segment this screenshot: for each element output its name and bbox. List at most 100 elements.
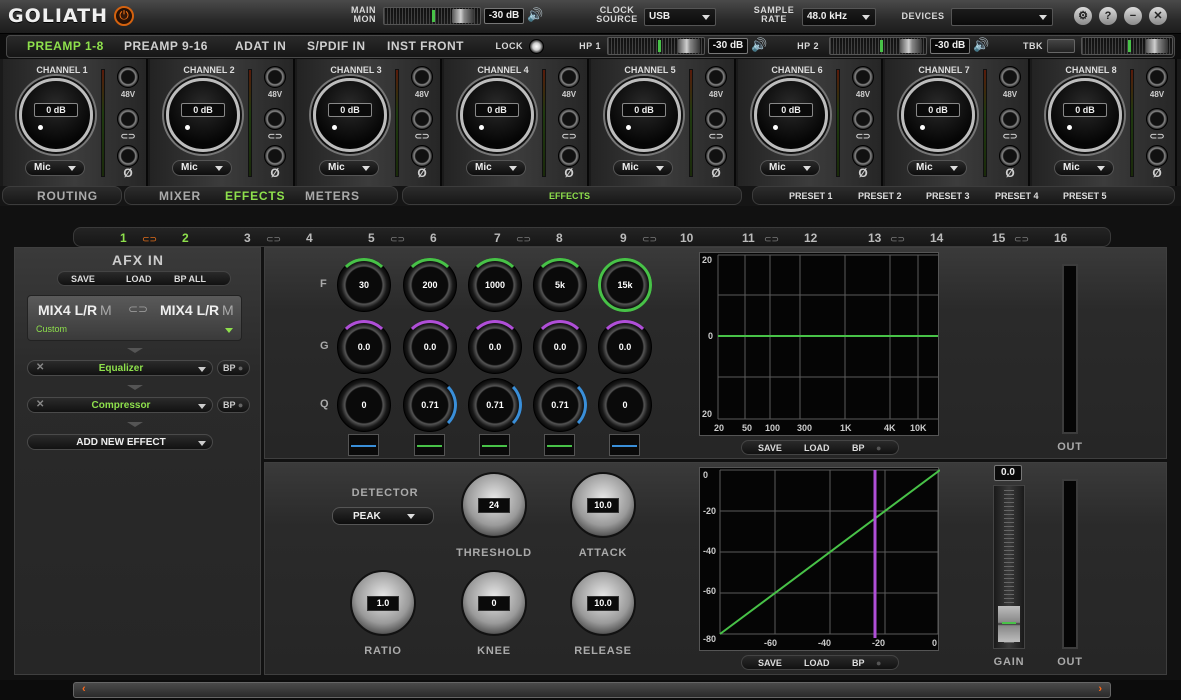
comp-bp-button[interactable]: BP: [852, 658, 865, 668]
phantom-power-button[interactable]: [705, 66, 727, 88]
link-icon[interactable]: ⊂⊃: [142, 234, 157, 245]
afx-bp-all-button[interactable]: BP ALL: [174, 274, 206, 284]
eq-gain-knob[interactable]: 0.0: [403, 320, 457, 374]
tab-preamp-1-8[interactable]: PREAMP 1-8: [27, 39, 104, 53]
gain-knob[interactable]: 0 dB: [1048, 78, 1122, 152]
eq-freq-knob[interactable]: 5k: [533, 258, 587, 312]
band-select[interactable]: [609, 434, 640, 456]
preset-1[interactable]: PRESET 1: [789, 191, 833, 201]
link-icon[interactable]: ⊂⊃: [266, 234, 281, 245]
link-icon[interactable]: ⊂⊃: [852, 131, 874, 142]
effect-slot-14[interactable]: 14: [930, 231, 943, 245]
phase-button[interactable]: [999, 145, 1021, 167]
phantom-power-button[interactable]: [999, 66, 1021, 88]
nav-effects[interactable]: EFFECTS: [225, 189, 285, 203]
effect-slot-5[interactable]: 5: [368, 231, 375, 245]
link-icon[interactable]: ⊂⊃: [390, 234, 405, 245]
gain-knob[interactable]: 0 dB: [607, 78, 681, 152]
hp2-slider[interactable]: [829, 37, 927, 55]
effect-slot-equalizer[interactable]: ✕ Equalizer: [27, 360, 213, 376]
eq-q-knob[interactable]: 0.71: [468, 378, 522, 432]
tbk-button[interactable]: [1047, 39, 1075, 53]
compressor-bypass-button[interactable]: BP ●: [217, 397, 250, 413]
threshold-knob[interactable]: 24: [461, 472, 527, 538]
phase-button[interactable]: [117, 145, 139, 167]
pad-button[interactable]: [117, 108, 139, 130]
gain-knob[interactable]: 0 dB: [19, 78, 93, 152]
phase-button[interactable]: [852, 145, 874, 167]
band-select[interactable]: [544, 434, 575, 456]
speaker-icon[interactable]: 🔊: [527, 7, 543, 23]
eq-bp-button[interactable]: BP: [852, 443, 865, 453]
effect-slot-16[interactable]: 16: [1054, 231, 1067, 245]
link-icon[interactable]: ⊂⊃: [890, 234, 905, 245]
phantom-power-button[interactable]: [1146, 66, 1168, 88]
link-icon[interactable]: ⊂⊃: [1014, 234, 1029, 245]
equalizer-bypass-button[interactable]: BP ●: [217, 360, 250, 376]
scroll-left-icon[interactable]: ‹: [82, 683, 86, 695]
settings-gear-icon[interactable]: ⚙: [1074, 7, 1092, 25]
preset-5[interactable]: PRESET 5: [1063, 191, 1107, 201]
attack-knob[interactable]: 10.0: [570, 472, 636, 538]
tab-preamp-9-16[interactable]: PREAMP 9-16: [124, 39, 208, 53]
hp1-slider[interactable]: [607, 37, 705, 55]
phantom-power-button[interactable]: [558, 66, 580, 88]
phase-button[interactable]: [1146, 145, 1168, 167]
eq-gain-knob[interactable]: 0.0: [598, 320, 652, 374]
tab-inst-front[interactable]: INST FRONT: [387, 39, 464, 53]
preset-3[interactable]: PRESET 3: [926, 191, 970, 201]
link-icon[interactable]: ⊂⊃: [264, 131, 286, 142]
main-mon-slider[interactable]: [383, 7, 481, 25]
close-icon[interactable]: ✕: [1149, 7, 1167, 25]
chevron-down-icon[interactable]: [198, 441, 206, 446]
nav-meters[interactable]: METERS: [305, 189, 360, 203]
effect-slot-10[interactable]: 10: [680, 231, 693, 245]
pad-button[interactable]: [264, 108, 286, 130]
link-icon[interactable]: ⊂⊃: [1146, 131, 1168, 142]
preset-4[interactable]: PRESET 4: [995, 191, 1039, 201]
band-select[interactable]: [414, 434, 445, 456]
band-select[interactable]: [348, 434, 379, 456]
eq-freq-knob[interactable]: 1000: [468, 258, 522, 312]
link-icon[interactable]: ⊂⊃: [411, 131, 433, 142]
input-type-dropdown[interactable]: Mic: [613, 160, 673, 176]
hp2-speaker-icon[interactable]: 🔊: [973, 37, 989, 53]
input-type-dropdown[interactable]: Mic: [466, 160, 526, 176]
detector-dropdown[interactable]: PEAK: [332, 507, 434, 525]
input-type-dropdown[interactable]: Mic: [319, 160, 379, 176]
gain-knob[interactable]: 0 dB: [166, 78, 240, 152]
pad-button[interactable]: [1146, 108, 1168, 130]
tbk-slider[interactable]: [1081, 37, 1173, 55]
link-icon[interactable]: ⊂⊃: [999, 131, 1021, 142]
link-icon[interactable]: ⊂⊃: [558, 131, 580, 142]
comp-save-button[interactable]: SAVE: [758, 658, 782, 668]
eq-gain-knob[interactable]: 0.0: [533, 320, 587, 374]
pad-button[interactable]: [852, 108, 874, 130]
devices-dropdown[interactable]: [951, 8, 1053, 26]
effect-slot-3[interactable]: 3: [244, 231, 251, 245]
eq-q-knob[interactable]: 0.71: [533, 378, 587, 432]
effect-slot-6[interactable]: 6: [430, 231, 437, 245]
nav-mixer[interactable]: MIXER: [159, 189, 201, 203]
input-type-dropdown[interactable]: Mic: [1054, 160, 1114, 176]
phantom-power-button[interactable]: [117, 66, 139, 88]
phase-button[interactable]: [411, 145, 433, 167]
gain-knob[interactable]: 0 dB: [460, 78, 534, 152]
effect-slot-7[interactable]: 7: [494, 231, 501, 245]
link-icon[interactable]: ⊂⊃: [117, 131, 139, 142]
eq-gain-knob[interactable]: 0.0: [468, 320, 522, 374]
eq-load-button[interactable]: LOAD: [804, 443, 830, 453]
eq-q-knob[interactable]: 0: [337, 378, 391, 432]
phantom-power-button[interactable]: [852, 66, 874, 88]
pad-button[interactable]: [558, 108, 580, 130]
link-icon[interactable]: ⊂⊃: [516, 234, 531, 245]
eq-freq-knob[interactable]: 200: [403, 258, 457, 312]
tab-spdif-in[interactable]: S/PDIF IN: [307, 39, 366, 53]
phantom-power-button[interactable]: [264, 66, 286, 88]
input-type-dropdown[interactable]: Mic: [172, 160, 232, 176]
chevron-down-icon[interactable]: [198, 367, 206, 372]
gain-fader-handle[interactable]: [998, 606, 1020, 642]
tab-adat-in[interactable]: ADAT IN: [235, 39, 286, 53]
chevron-down-icon[interactable]: [198, 404, 206, 409]
phase-button[interactable]: [264, 145, 286, 167]
